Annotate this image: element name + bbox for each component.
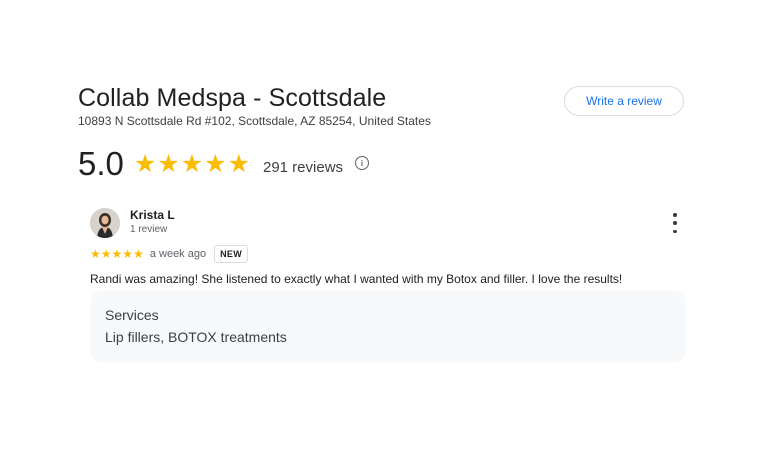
business-name: Collab Medspa - Scottsdale: [78, 84, 387, 112]
rating-summary: 5.0 ★ ★ ★ ★ ★ 291 reviews i: [78, 144, 370, 184]
reviewer-review-count: 1 review: [130, 224, 168, 235]
more-vert-icon[interactable]: [668, 213, 682, 233]
new-badge: NEW: [214, 245, 248, 263]
services-value: Lip fillers, BOTOX treatments: [105, 329, 287, 345]
star-icon: ★: [90, 247, 101, 261]
services-label: Services: [105, 307, 159, 323]
write-review-label: Write a review: [586, 94, 662, 108]
star-icon: ★: [157, 149, 180, 178]
star-icon: ★: [133, 149, 157, 178]
review-page: Collab Medspa - Scottsdale 10893 N Scott…: [0, 0, 768, 461]
star-icon: ★: [227, 149, 250, 178]
info-icon[interactable]: i: [355, 156, 370, 170]
star-icon: ★: [100, 247, 112, 261]
write-review-button[interactable]: Write a review: [564, 86, 684, 116]
star-icon: ★: [133, 247, 144, 261]
services-box: Services Lip fillers, BOTOX treatments: [90, 290, 686, 362]
star-icon: ★: [180, 149, 204, 178]
review-meta: ★ ★ ★ ★ ★ a week ago NEW: [90, 244, 248, 264]
star-icon: ★: [204, 149, 227, 178]
star-icon: ★: [111, 247, 123, 261]
review-stars: ★ ★ ★ ★ ★: [90, 248, 144, 260]
review-date: a week ago: [149, 248, 207, 260]
rating-stars: ★ ★ ★ ★ ★: [133, 149, 251, 178]
star-icon: ★: [122, 247, 134, 261]
avatar[interactable]: [90, 208, 120, 238]
rating-value: 5.0: [78, 145, 124, 182]
review-text: Randi was amazing! She listened to exact…: [90, 272, 623, 286]
review-count[interactable]: 291 reviews: [263, 159, 343, 176]
reviewer-name[interactable]: Krista L: [130, 208, 175, 222]
business-address: 10893 N Scottsdale Rd #102, Scottsdale, …: [78, 114, 431, 128]
